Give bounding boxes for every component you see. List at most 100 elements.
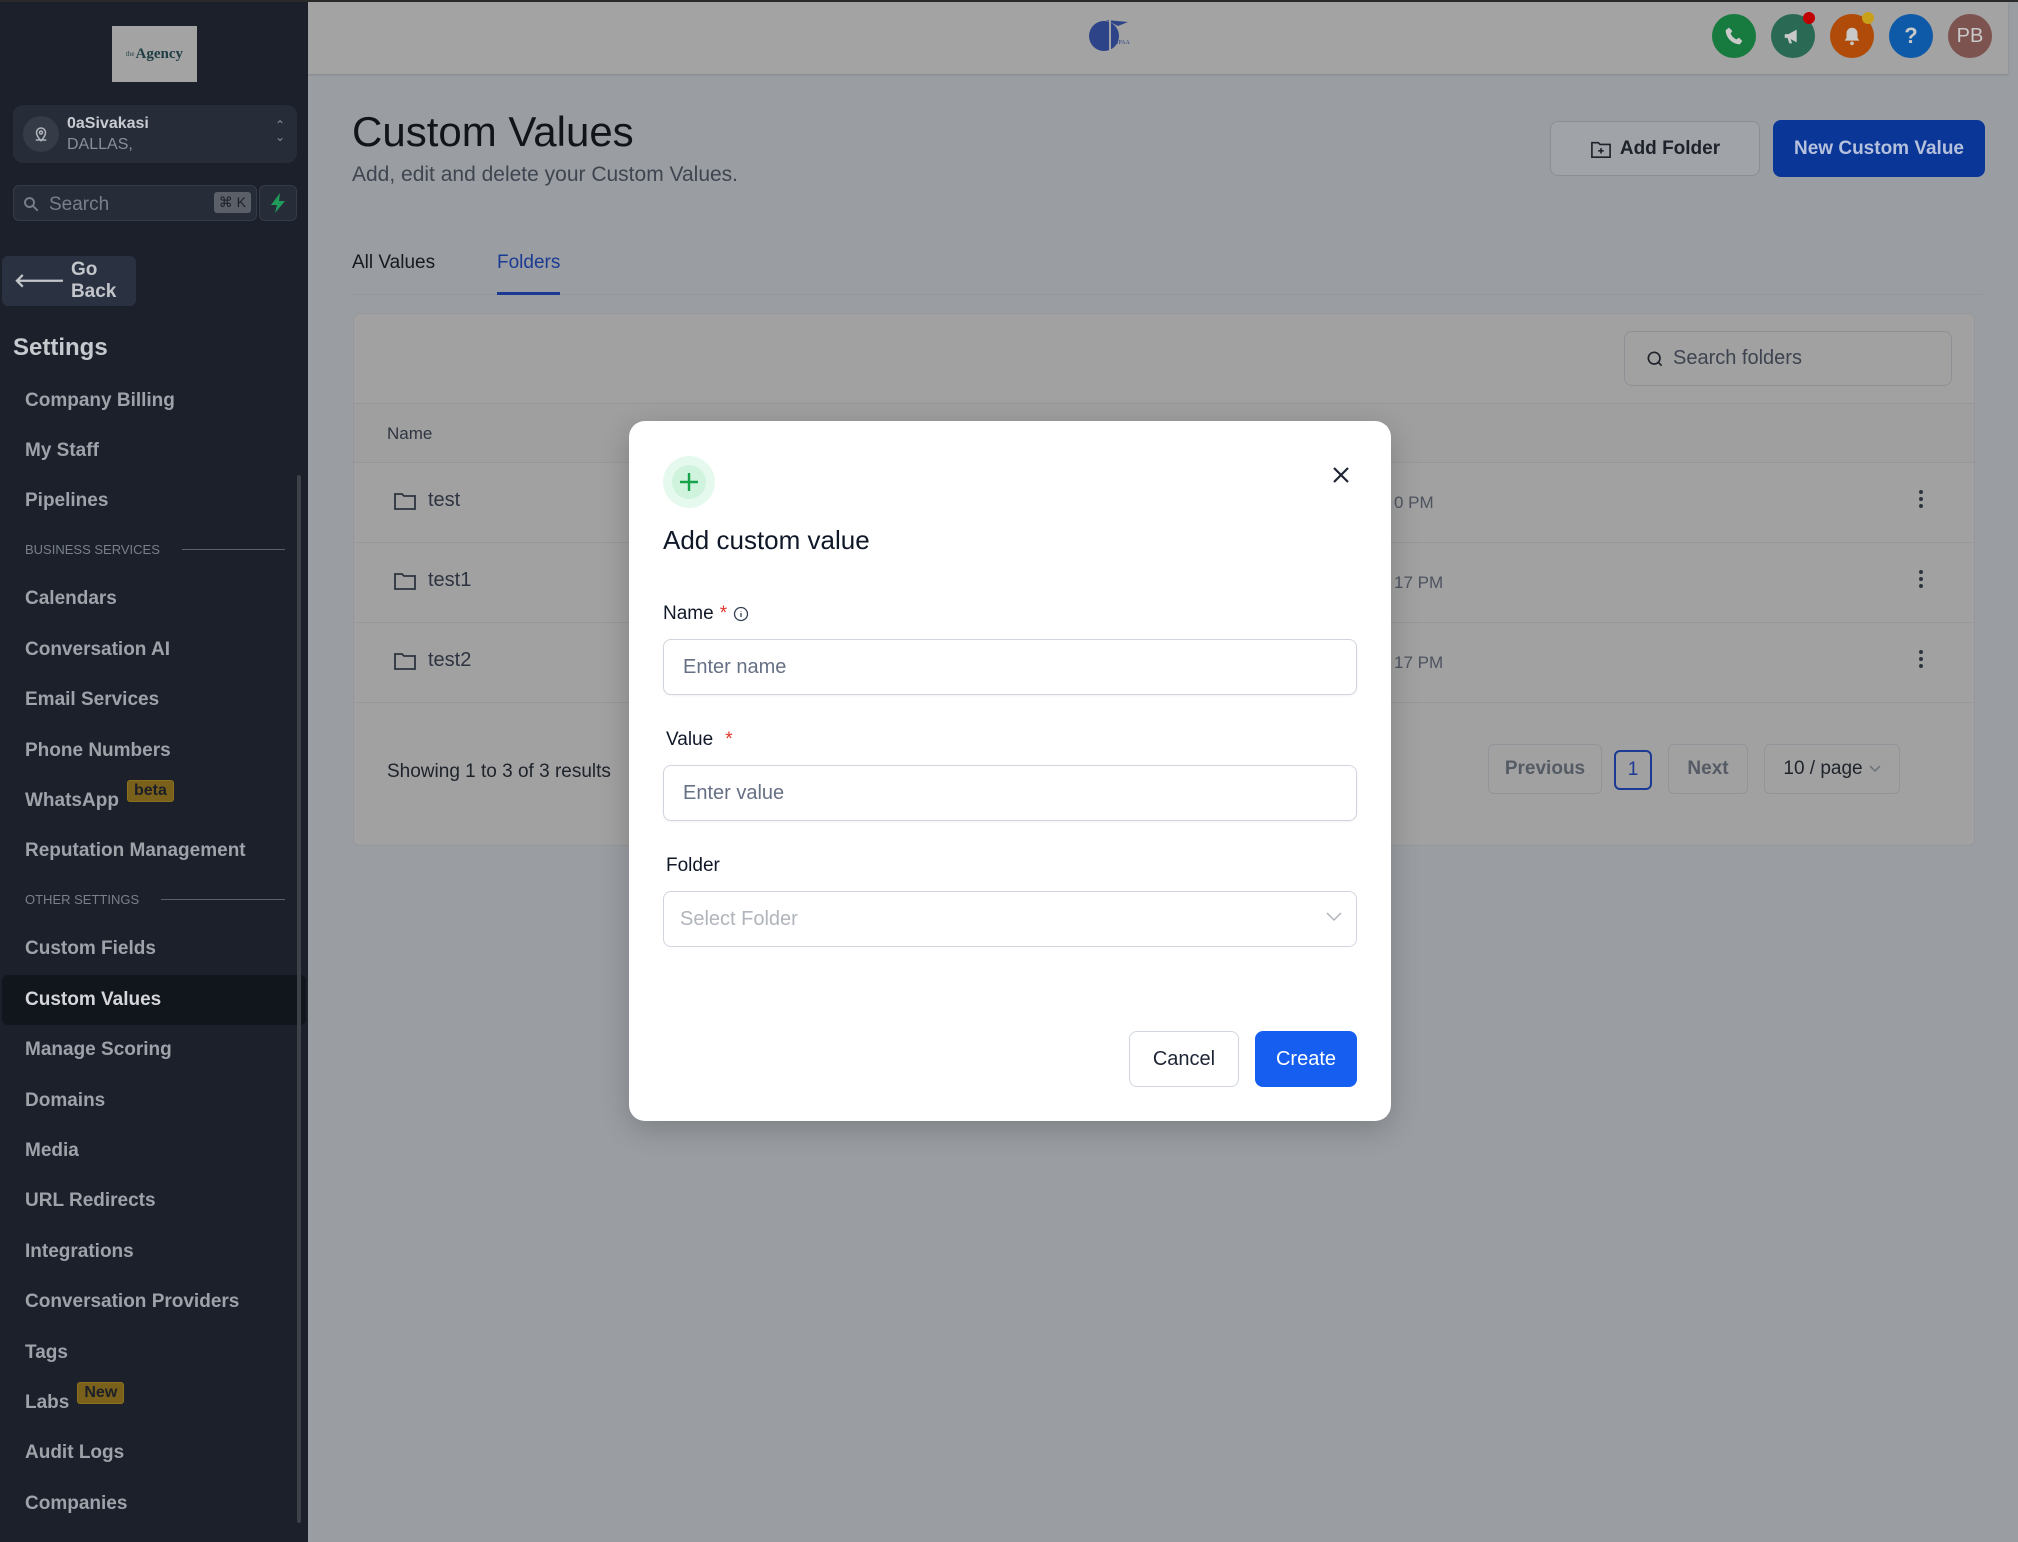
sidebar-item-company-billing[interactable]: Company Billing (2, 376, 306, 426)
nav-label: Domains (25, 1090, 106, 1111)
previous-page-button[interactable]: Previous (1488, 744, 1602, 794)
nav-label: Custom Fields (25, 938, 156, 959)
sidebar-scrollbar[interactable] (297, 475, 301, 1523)
nav-label: Media (25, 1140, 79, 1161)
section-label: OTHER SETTINGS (25, 892, 140, 907)
nav-label: Reputation Management (25, 840, 246, 861)
tab-folders[interactable]: Folders (497, 252, 561, 295)
search-placeholder: Search folders (1673, 347, 1802, 369)
sidebar-item-url-redirects[interactable]: URL Redirects (2, 1176, 306, 1226)
required-mark: * (725, 729, 733, 750)
arrow-left-icon: 🡐 (14, 271, 65, 292)
phone-icon (1725, 27, 1743, 45)
go-back-button[interactable]: 🡐 Go Back (2, 256, 136, 306)
avatar-initials: PB (1956, 24, 1984, 47)
phone-button[interactable] (1712, 14, 1756, 58)
name-label: Name * (663, 603, 749, 625)
nav-label: Phone Numbers (25, 740, 171, 761)
sidebar-item-labs[interactable]: Labs New (2, 1378, 306, 1428)
go-back-label: Go Back (70, 259, 117, 302)
sidebar-item-email-services[interactable]: Email Services (2, 675, 306, 725)
folder-label: test2 (428, 649, 472, 671)
sidebar-item-tags[interactable]: Tags (2, 1328, 306, 1378)
nav-label: Conversation AI (25, 639, 170, 660)
sidebar: the Agency 0aSivakasi DALLAS, ⌃ ⌄ Search ⌘… (0, 0, 308, 1542)
nav-label: Company Billing (25, 390, 175, 411)
new-custom-value-button[interactable]: New Custom Value (1773, 120, 1985, 177)
section-business-services: BUSINESS SERVICES (25, 542, 285, 557)
tab-all-values[interactable]: All Values (352, 252, 435, 295)
required-mark: * (719, 603, 728, 624)
sidebar-item-conversation-providers[interactable]: Conversation Providers (2, 1277, 306, 1327)
nav-label: Email Services (25, 689, 160, 710)
sidebar-item-conversation-ai[interactable]: Conversation AI (2, 625, 306, 675)
section-label: BUSINESS SERVICES (25, 542, 160, 557)
folder-name: test2 (394, 649, 471, 672)
name-input[interactable] (663, 639, 1357, 695)
logo-prefix: the (125, 50, 135, 58)
tabs: All Values Folders (352, 250, 1982, 295)
select-placeholder: Select Folder (680, 907, 798, 930)
more-vertical-icon[interactable] (1918, 569, 1924, 589)
sidebar-item-phone-numbers[interactable]: Phone Numbers (2, 726, 306, 776)
folder-icon (394, 652, 416, 670)
search-placeholder: Search (49, 194, 110, 215)
sidebar-item-media[interactable]: Media (2, 1126, 306, 1176)
sidebar-item-custom-fields[interactable]: Custom Fields (2, 924, 306, 974)
page-size-select[interactable]: 10 / page (1764, 744, 1900, 794)
divider (181, 549, 285, 550)
add-folder-button[interactable]: Add Folder (1550, 121, 1760, 176)
announcements-button[interactable] (1771, 12, 1815, 58)
sidebar-item-audit-logs[interactable]: Audit Logs (2, 1428, 306, 1478)
sidebar-search[interactable]: Search ⌘ K (13, 185, 257, 221)
label-text: Value (666, 729, 714, 750)
close-icon[interactable] (1329, 463, 1353, 487)
sidebar-item-manage-scoring[interactable]: Manage Scoring (2, 1025, 306, 1075)
folder-icon (394, 492, 416, 510)
search-folders-input[interactable]: Search folders (1624, 331, 1952, 386)
page-1-button[interactable]: 1 (1614, 750, 1652, 790)
add-custom-value-modal: Add custom value Name * Value * Folder S… (629, 421, 1391, 1121)
page-size-value: 10 / page (1783, 758, 1863, 779)
notifications-button[interactable] (1830, 12, 1874, 58)
column-name: Name (387, 424, 433, 443)
sidebar-item-integrations[interactable]: Integrations (2, 1227, 306, 1277)
section-other-settings: OTHER SETTINGS (25, 892, 285, 907)
updated-date: 17 PM (1394, 653, 1444, 672)
create-button[interactable]: Create (1255, 1031, 1357, 1087)
chevron-down-icon (1869, 765, 1881, 773)
more-vertical-icon[interactable] (1918, 649, 1924, 669)
sidebar-item-whatsapp[interactable]: WhatsApp beta (2, 776, 306, 826)
updated-date: 0 PM (1394, 493, 1434, 512)
nav-label: My Staff (25, 440, 99, 461)
divider (161, 899, 285, 900)
sidebar-item-calendars[interactable]: Calendars (2, 574, 306, 624)
value-label: Value * (666, 729, 733, 751)
folder-select[interactable]: Select Folder (663, 891, 1357, 947)
chevron-updown-icon: ⌃ ⌄ (274, 118, 285, 144)
sidebar-item-reputation-management[interactable]: Reputation Management (2, 826, 306, 876)
quick-actions-button[interactable] (259, 185, 297, 221)
location-switcher[interactable]: 0aSivakasi DALLAS, ⌃ ⌄ (13, 105, 297, 163)
nav-label: Manage Scoring (25, 1039, 172, 1060)
folder-label: test1 (428, 569, 472, 591)
more-vertical-icon[interactable] (1918, 489, 1924, 509)
sidebar-item-pipelines[interactable]: Pipelines (2, 476, 306, 526)
sidebar-item-companies[interactable]: Companies (2, 1479, 306, 1529)
page-title: Custom Values (352, 108, 634, 155)
next-page-button[interactable]: Next (1668, 744, 1748, 794)
folder-name: test1 (394, 569, 471, 592)
sidebar-item-custom-values[interactable]: Custom Values (2, 975, 306, 1025)
sidebar-item-domains[interactable]: Domains (2, 1076, 306, 1126)
agency-logo[interactable]: the Agency (112, 26, 197, 82)
nav-label: Tags (25, 1342, 68, 1363)
sidebar-item-my-staff[interactable]: My Staff (2, 426, 306, 476)
info-icon[interactable] (733, 606, 749, 622)
help-icon: ? (1904, 23, 1918, 48)
value-input[interactable] (663, 765, 1357, 821)
help-button[interactable]: ? (1889, 14, 1933, 58)
user-avatar[interactable]: PB (1948, 14, 1992, 58)
chevron-down-icon (1326, 912, 1342, 922)
cancel-button[interactable]: Cancel (1129, 1031, 1239, 1087)
nav-label: Integrations (25, 1241, 134, 1262)
